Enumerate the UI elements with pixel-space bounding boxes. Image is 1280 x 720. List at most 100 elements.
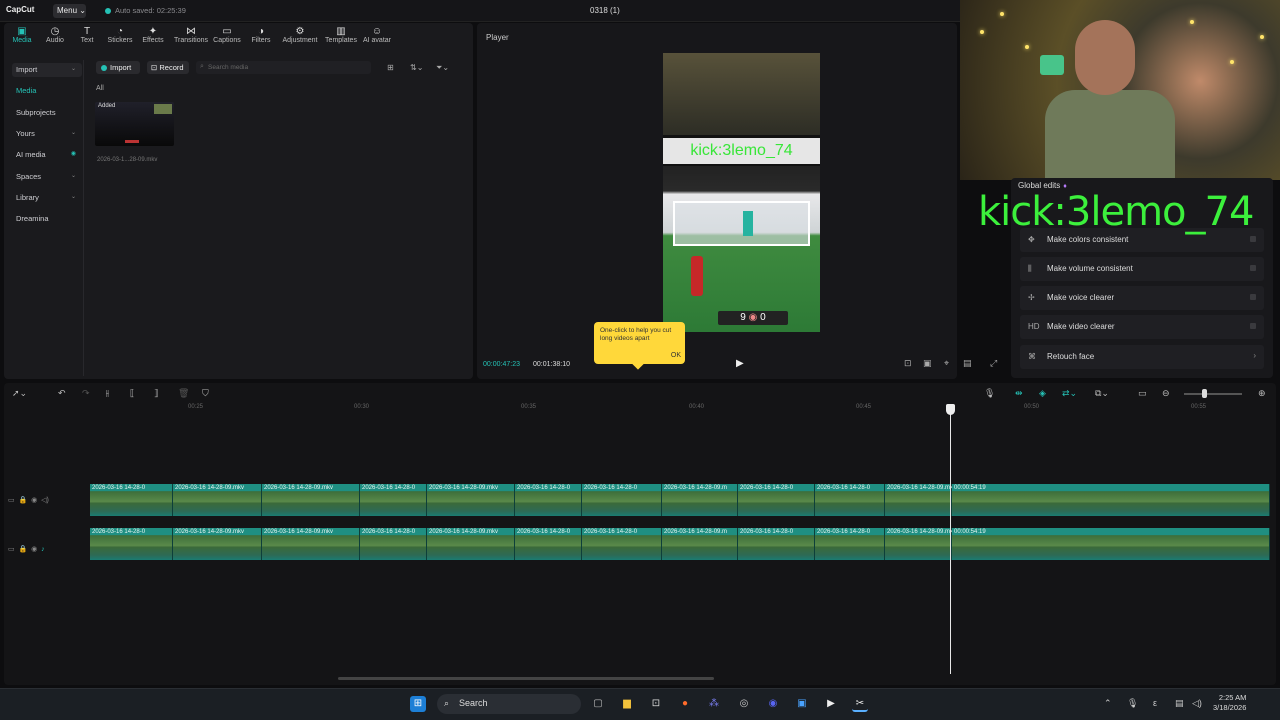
- quality-icon[interactable]: ▤: [963, 358, 972, 369]
- window-icon[interactable]: ▣: [794, 696, 810, 712]
- toolbar-effects-button[interactable]: ✦ Effects: [137, 26, 169, 50]
- caption-track-icon[interactable]: ▭: [1138, 388, 1147, 399]
- timeline-clip[interactable]: 2026-03-16 14-28-0: [360, 484, 427, 516]
- system-clock[interactable]: 2:25 AM 3/18/2026: [1213, 693, 1246, 713]
- select-tool-icon[interactable]: ➚⌄: [12, 388, 27, 399]
- windows-start-icon[interactable]: ⊞: [410, 696, 426, 712]
- timeline-clip[interactable]: 2026-03-16 14-28-09.mkv: [262, 528, 360, 560]
- sidebar-item-import[interactable]: Import ⌄: [12, 63, 82, 77]
- toggle-checkbox[interactable]: [1250, 265, 1256, 271]
- undo-icon[interactable]: ↶: [58, 388, 66, 399]
- filter-all[interactable]: All: [96, 85, 104, 92]
- timeline-clip[interactable]: 2026-03-16 14-28-09.m: [662, 528, 738, 560]
- timeline-clip[interactable]: 2026-03-16 14-28-09.mkv: [427, 484, 515, 516]
- project-title[interactable]: 0318 (1): [590, 6, 620, 15]
- timeline-clip[interactable]: 2026-03-16 14-28-0: [815, 484, 885, 516]
- sidebar-item-yours[interactable]: Yours ⌄: [12, 127, 82, 141]
- timeline-clip[interactable]: 2026-03-16 14-28-0: [738, 484, 815, 516]
- timeline-clip[interactable]: 2026-03-16 14-28-09.mkv: [262, 484, 360, 516]
- fullscreen-icon[interactable]: ⤢: [990, 358, 997, 369]
- split-icon[interactable]: ⫲: [106, 388, 109, 399]
- menu-button[interactable]: Menu ⌄: [53, 4, 86, 18]
- sidebar-item-spaces[interactable]: Spaces ⌄: [12, 170, 82, 184]
- playhead[interactable]: [946, 404, 955, 674]
- search-media-input[interactable]: [196, 61, 371, 74]
- track2-controls[interactable]: ▭ 🔒 ◉ ♪: [8, 545, 45, 553]
- toolbar-transitions-button[interactable]: ⋈ Transitions: [171, 26, 211, 50]
- playhead-handle[interactable]: [946, 404, 955, 415]
- toolbar-ai-avatar-button[interactable]: ☺ AI avatar: [360, 26, 394, 50]
- toolbar-adjustment-button[interactable]: ⚙ Adjustment: [280, 26, 320, 50]
- zoom-out-icon[interactable]: ⊖: [1162, 388, 1170, 399]
- timeline-scrollbar[interactable]: [338, 677, 714, 680]
- time-ruler[interactable]: 00:25 00:30 00:35 00:40 00:45 00:50 00:55: [88, 404, 1268, 418]
- preview-axis-icon[interactable]: ⇄⌄: [1062, 388, 1077, 399]
- tray-chevron-icon[interactable]: ⌃: [1104, 698, 1112, 709]
- timeline-clip[interactable]: 2026-03-16 14-28-09.mkv: [885, 484, 956, 516]
- zoom-fit-icon[interactable]: ⌖: [944, 358, 949, 369]
- inspector-row-retouch-face[interactable]: ⌘ Retouch face ›: [1020, 345, 1264, 369]
- teams-icon[interactable]: ⁂: [706, 696, 722, 712]
- timeline-clip[interactable]: 2026-03-16 14-28-0: [90, 528, 173, 560]
- taskbar-search[interactable]: ⌕ Search: [437, 694, 581, 714]
- timeline-clip[interactable]: 2026-03-16 14-28-0: [738, 528, 815, 560]
- store-icon[interactable]: ⊡: [648, 696, 664, 712]
- delete-icon[interactable]: 🗑: [178, 388, 189, 399]
- track1-controls[interactable]: ▭ 🔒 ◉ ◁): [8, 496, 49, 504]
- grid-view-icon[interactable]: ⊞: [387, 63, 394, 72]
- sidebar-item-media[interactable]: Media: [12, 84, 82, 98]
- task-view-icon[interactable]: ▢: [590, 696, 606, 712]
- import-button[interactable]: Import: [96, 61, 140, 74]
- toolbar-templates-button[interactable]: ▥ Templates: [322, 26, 360, 50]
- ratio-icon[interactable]: ⊡: [904, 358, 912, 369]
- sidebar-item-ai-media[interactable]: AI media ◉: [12, 148, 82, 162]
- timeline-clip[interactable]: 2026-03-16 14-28-09.mkv: [173, 528, 262, 560]
- tray-ime-icon[interactable]: ε: [1153, 698, 1157, 708]
- timeline-clip[interactable]: 2026-03-16 14-28-09.mkv: [885, 528, 956, 560]
- sidebar-item-library[interactable]: Library ⌄: [12, 191, 82, 205]
- toolbar-media-button[interactable]: ▣ Media: [6, 26, 38, 50]
- magnet-icon[interactable]: ◈: [1039, 388, 1046, 399]
- timeline-clip[interactable]: 2026-03-16 14-28-0: [815, 528, 885, 560]
- frame-icon[interactable]: ▣: [923, 358, 932, 369]
- tray-mic-icon[interactable]: 🎙: [1127, 698, 1138, 709]
- link-icon[interactable]: ⇹: [1015, 388, 1023, 399]
- zoom-slider-handle[interactable]: [1202, 389, 1207, 398]
- inspector-row-make-volume-consistent[interactable]: ⫼ Make volume consistent: [1020, 257, 1264, 281]
- toggle-checkbox[interactable]: [1250, 323, 1256, 329]
- inspector-row-make-voice-clearer[interactable]: ✢ Make voice clearer: [1020, 286, 1264, 310]
- video-track-1[interactable]: 2026-03-16 14-28-0 2026-03-16 14-28-09.mk…: [90, 484, 1270, 516]
- toggle-checkbox[interactable]: [1250, 294, 1256, 300]
- timeline-clip[interactable]: 2026-03-16 14-28-0: [360, 528, 427, 560]
- media-thumbnail[interactable]: Added: [95, 102, 174, 146]
- sidebar-item-dreamina[interactable]: Dreamina: [12, 212, 82, 226]
- split-screen-icon[interactable]: ⧉⌄: [1095, 388, 1109, 399]
- timeline-clip[interactable]: 00:00:54:19: [952, 484, 1270, 516]
- mic-record-icon[interactable]: 🎙: [984, 388, 995, 399]
- timeline-clip[interactable]: 00:00:54:19: [952, 528, 1270, 560]
- split-right-icon[interactable]: ⟧: [154, 388, 158, 399]
- filter-icon[interactable]: ⏷⌄: [436, 63, 449, 73]
- video-track-2[interactable]: 2026-03-16 14-28-0 2026-03-16 14-28-09.mk…: [90, 528, 1270, 560]
- timeline-clip[interactable]: 2026-03-16 14-28-0: [515, 528, 582, 560]
- toggle-checkbox[interactable]: [1250, 236, 1256, 242]
- toolbar-audio-button[interactable]: ◷ Audio: [39, 26, 71, 50]
- timeline-clip[interactable]: 2026-03-16 14-28-0: [582, 484, 662, 516]
- timeline-clip[interactable]: 2026-03-16 14-28-09.mkv: [173, 484, 262, 516]
- tooltip-ok-button[interactable]: OK: [671, 352, 681, 360]
- discord-icon[interactable]: ◉: [765, 696, 781, 712]
- video-preview[interactable]: kick:3lemo_74 9 ◉ 0: [663, 53, 820, 332]
- firefox-icon[interactable]: ●: [677, 696, 693, 712]
- play-icon[interactable]: ▶: [736, 358, 744, 369]
- file-explorer-icon[interactable]: ▆: [619, 696, 635, 712]
- inspector-row-make-video-clearer[interactable]: HD Make video clearer: [1020, 315, 1264, 339]
- timeline-clip[interactable]: 2026-03-16 14-28-09.m: [662, 484, 738, 516]
- app-icon[interactable]: ◎: [736, 696, 752, 712]
- timeline-clip[interactable]: 2026-03-16 14-28-0: [90, 484, 173, 516]
- sidebar-item-subprojects[interactable]: Subprojects: [12, 106, 82, 120]
- capcut-taskbar-icon[interactable]: ✂: [852, 696, 868, 712]
- zoom-in-icon[interactable]: ⊕: [1258, 388, 1266, 399]
- timeline-clip[interactable]: 2026-03-16 14-28-0: [515, 484, 582, 516]
- record-button[interactable]: ⊡ Record: [147, 61, 189, 74]
- zoom-slider[interactable]: [1184, 393, 1242, 395]
